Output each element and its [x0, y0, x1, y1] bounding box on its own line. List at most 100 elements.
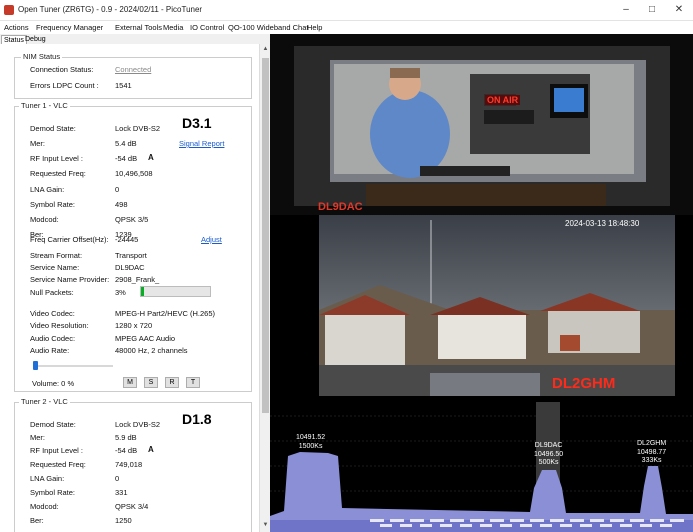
t1-mer-value: 5.4 dB [115, 139, 137, 148]
t2-lna-value: 0 [115, 474, 120, 483]
signal3-rate: 333Ks [641, 457, 662, 464]
connection-status-label: Connection Status: [30, 65, 94, 74]
close-button[interactable]: ✕ [667, 2, 691, 18]
t1-null-label: Null Packets: [30, 288, 74, 297]
t1-arate-value: 48000 Hz, 2 channels [115, 346, 188, 355]
t2-demod-label: Demod State: [30, 420, 76, 429]
t1-vres-value: 1280 x 720 [115, 321, 153, 330]
t1-vcodec-label: Video Codec: [30, 309, 75, 318]
t2-rf-value: -54 dB [115, 446, 138, 455]
menu-frequency-manager[interactable]: Frequency Manager [36, 23, 103, 32]
scrollbar-thumb[interactable] [262, 58, 269, 413]
tab-debug[interactable]: Debug [23, 35, 48, 44]
t1-lna-value: 0 [115, 185, 120, 194]
t1-provider-label: Service Name Provider: [30, 275, 110, 284]
t2-rf-flag: A [148, 445, 154, 454]
t1-symrate-label: Symbol Rate: [30, 200, 76, 209]
video1-callsign-overlay: DL9DAC [318, 201, 363, 213]
window-title: Open Tuner (ZR6TG) - 0.9 - 2024/02/11 - … [18, 5, 203, 14]
signal2-label: DL9DAC 10496.50 500Ks [534, 442, 563, 468]
t1-symrate-value: 498 [115, 200, 128, 209]
t2-demod-value: Lock DVB-S2 [115, 420, 161, 429]
t2-lna-label: LNA Gain: [30, 474, 65, 483]
t1-rf-value: -54 dB [115, 154, 138, 163]
tuner1-badge: D3.1 [182, 115, 212, 131]
video-tuner2[interactable]: 2024-03-13 18:48:30 DL2GHM [270, 215, 693, 396]
status-panel: NIM Status Connection Status: Connected … [0, 44, 259, 532]
nim-status-group: NIM Status [14, 52, 252, 99]
tuner2-badge: D1.8 [182, 411, 212, 427]
connection-status-value[interactable]: Connected [115, 65, 151, 74]
maximize-button[interactable]: □ [640, 2, 664, 18]
t1-acodec-value: MPEG AAC Audio [115, 334, 176, 343]
scroll-up-icon[interactable]: ▲ [262, 46, 269, 52]
t2-modcod-label: Modcod: [30, 502, 59, 511]
video-tuner1-frame [270, 34, 693, 215]
t1-null-value: 3% [115, 288, 126, 297]
minimize-button[interactable]: – [614, 2, 638, 18]
tuner1-title: Tuner 1 - VLC [19, 101, 70, 110]
t2-rf-label: RF Input Level : [30, 446, 83, 455]
tab-strip: Status Debug [0, 34, 270, 44]
spectrum-display[interactable]: 10491.52 1500Ks DL9DAC 10496.50 500Ks DL… [270, 396, 693, 532]
signal3-freq: 10498.77 [637, 448, 667, 456]
scroll-down-icon[interactable]: ▼ [262, 522, 269, 528]
app-icon [4, 5, 14, 15]
t1-service-label: Service Name: [30, 263, 80, 272]
signal1-freq: 10491.52 [296, 434, 326, 441]
video-tuner2-frame [270, 215, 693, 396]
video2-timestamp: 2024-03-13 18:48:30 [565, 219, 640, 228]
menu-external-tools[interactable]: External Tools [115, 23, 162, 32]
signal1-label: 10491.52 1500Ks [296, 434, 325, 451]
mute-button[interactable]: M [123, 377, 137, 388]
t1-vcodec-value: MPEG-H Part2/HEVC (H.265) [115, 309, 216, 318]
volume-slider-track[interactable] [33, 365, 113, 367]
t2-symrate-label: Symbol Rate: [30, 488, 76, 497]
t2-ber-label: Ber: [30, 516, 44, 525]
on-air-sign: ON AIR [485, 95, 521, 105]
t2-modcod-value: QPSK 3/4 [115, 502, 149, 511]
signal-report-link[interactable]: Signal Report [179, 139, 224, 148]
tuner2-title: Tuner 2 - VLC [19, 397, 70, 406]
t1-arate-label: Audio Rate: [30, 346, 70, 355]
errors-ldpc-value: 1541 [115, 81, 132, 90]
t1-mer-label: Mer: [30, 139, 45, 148]
signal2-freq: 10496.50 [534, 450, 564, 458]
t1-lna-label: LNA Gain: [30, 185, 65, 194]
title-bar: Open Tuner (ZR6TG) - 0.9 - 2024/02/11 - … [0, 0, 693, 21]
t1-offset-value: -24445 [115, 235, 139, 244]
t1-offset-label: Freq Carrier Offset(Hz): [30, 235, 109, 244]
menu-qo100-chat[interactable]: QO-100 Wideband Chat [228, 23, 308, 32]
signal2-callsign: DL9DAC [534, 442, 563, 449]
t2-symrate-value: 331 [115, 488, 128, 497]
t1-demod-label: Demod State: [30, 124, 76, 133]
adjust-link[interactable]: Adjust [201, 235, 222, 244]
t1-rf-label: RF Input Level : [30, 154, 83, 163]
volume-slider-thumb[interactable] [33, 361, 38, 370]
t1-rf-flag: A [148, 153, 154, 162]
record-button[interactable]: R [165, 377, 179, 388]
snapshot-button[interactable]: S [144, 377, 158, 388]
t1-provider-value: 2908_Frank_ [115, 275, 160, 284]
status-scrollbar[interactable]: ▲ ▼ [259, 44, 270, 532]
video-tuner1[interactable]: ON AIR DL9DAC [270, 34, 693, 215]
signal3-label: DL2GHM 10498.77 333Ks [637, 440, 666, 466]
signal3-callsign: DL2GHM [637, 440, 667, 447]
menu-io-control[interactable]: IO Control [190, 23, 224, 32]
t1-stream-value: Transport [115, 251, 147, 260]
t1-reqfreq-value: 10,496,508 [115, 169, 153, 178]
t2-reqfreq-value: 749,018 [115, 460, 143, 469]
t1-demod-value: Lock DVB-S2 [115, 124, 161, 133]
t1-reqfreq-label: Requested Freq: [30, 169, 86, 178]
null-packets-fill [141, 287, 144, 296]
menu-media[interactable]: Media [163, 23, 183, 32]
menu-help[interactable]: Help [307, 23, 322, 32]
t1-modcod-value: QPSK 3/5 [115, 215, 149, 224]
t1-service-value: DL9DAC [115, 263, 145, 272]
menu-actions[interactable]: Actions [4, 23, 29, 32]
t1-stream-label: Stream Format: [30, 251, 83, 260]
volume-label: Volume: 0 % [32, 379, 75, 388]
t2-reqfreq-label: Requested Freq: [30, 460, 86, 469]
t2-ber-value: 1250 [115, 516, 132, 525]
ts-button[interactable]: T [186, 377, 200, 388]
